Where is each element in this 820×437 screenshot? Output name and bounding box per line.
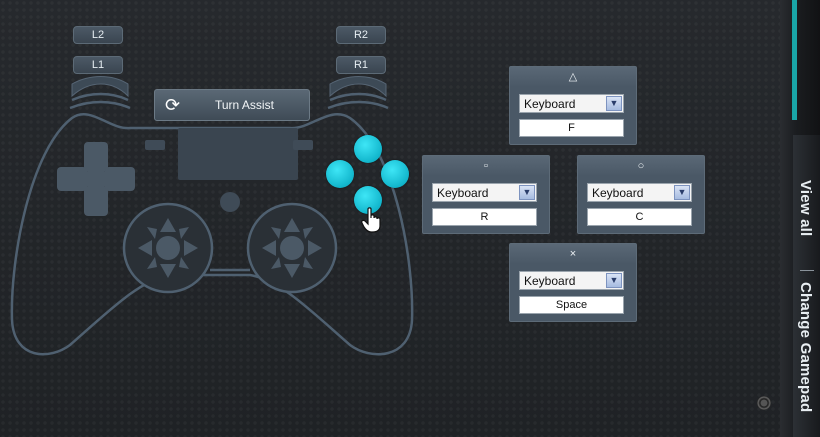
triangle-device-value: Keyboard bbox=[524, 97, 576, 111]
right-stick-icon bbox=[246, 202, 338, 294]
chevron-down-icon[interactable]: ▼ bbox=[606, 96, 622, 111]
chevron-down-icon[interactable]: ▼ bbox=[674, 185, 690, 200]
circle-mapping-panel: ○ Keyboard ▼ C bbox=[577, 155, 705, 234]
circle-face-button[interactable] bbox=[381, 160, 409, 188]
triangle-face-button[interactable] bbox=[354, 135, 382, 163]
cross-device-select[interactable]: Keyboard ▼ bbox=[519, 271, 624, 290]
l1-button[interactable]: L1 bbox=[73, 56, 123, 74]
turn-assist-button[interactable]: ⟳ Turn Assist bbox=[154, 89, 310, 121]
view-all-tab[interactable]: View all bbox=[797, 180, 814, 236]
left-stick-icon bbox=[122, 202, 214, 294]
r1-button[interactable]: R1 bbox=[336, 56, 386, 74]
hand-cursor-icon bbox=[361, 207, 381, 233]
settings-knob-icon[interactable] bbox=[757, 396, 771, 410]
chevron-down-icon[interactable]: ▼ bbox=[606, 273, 622, 288]
square-key-field[interactable]: R bbox=[432, 208, 537, 226]
square-mapping-panel: ▫ Keyboard ▼ R bbox=[422, 155, 550, 234]
square-face-button[interactable] bbox=[326, 160, 354, 188]
cross-symbol: × bbox=[510, 244, 636, 264]
dpad-icon bbox=[57, 142, 135, 216]
l2-button[interactable]: L2 bbox=[73, 26, 123, 44]
r2-button[interactable]: R2 bbox=[336, 26, 386, 44]
tab-divider bbox=[800, 270, 814, 271]
cross-key-field[interactable]: Space bbox=[519, 296, 624, 314]
circle-device-value: Keyboard bbox=[592, 186, 644, 200]
refresh-icon: ⟳ bbox=[165, 95, 181, 115]
triangle-device-select[interactable]: Keyboard ▼ bbox=[519, 94, 624, 113]
circle-key-field[interactable]: C bbox=[587, 208, 692, 226]
chevron-down-icon[interactable]: ▼ bbox=[519, 185, 535, 200]
square-device-value: Keyboard bbox=[437, 186, 489, 200]
triangle-key-field[interactable]: F bbox=[519, 119, 624, 137]
change-gamepad-tab[interactable]: Change Gamepad bbox=[797, 282, 814, 412]
cross-mapping-panel: × Keyboard ▼ Space bbox=[509, 243, 637, 322]
triangle-symbol: △ bbox=[510, 67, 636, 87]
circle-device-select[interactable]: Keyboard ▼ bbox=[587, 183, 692, 202]
square-device-select[interactable]: Keyboard ▼ bbox=[432, 183, 537, 202]
square-symbol: ▫ bbox=[423, 156, 549, 176]
cross-device-value: Keyboard bbox=[524, 274, 576, 288]
triangle-mapping-panel: △ Keyboard ▼ F bbox=[509, 66, 637, 145]
turn-assist-label: Turn Assist bbox=[215, 98, 274, 112]
accent-strip bbox=[792, 0, 797, 120]
circle-symbol: ○ bbox=[578, 156, 704, 176]
